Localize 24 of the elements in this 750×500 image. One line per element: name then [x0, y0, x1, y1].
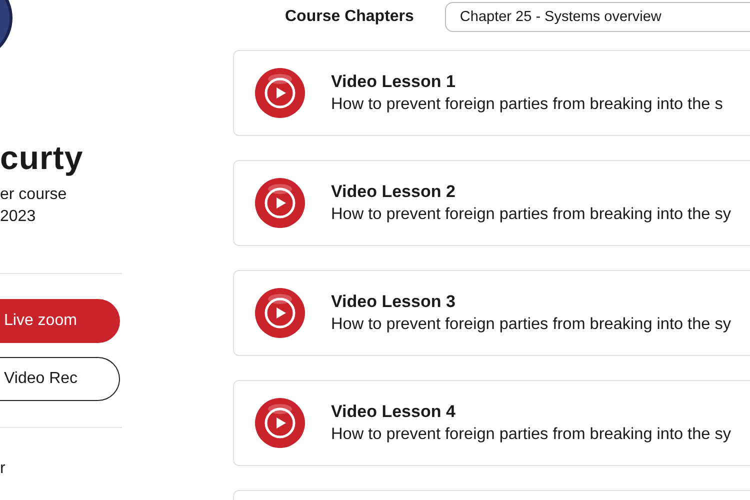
course-subtitle: er course — [0, 185, 67, 205]
course-subtitle: 2023 — [0, 207, 36, 227]
sidebar-text: r — [0, 460, 6, 478]
chapter-select[interactable]: Chapter 25 - Systems overview — [444, 2, 750, 32]
lesson-title: Video Lesson 4 — [331, 401, 456, 423]
lesson-title: Video Lesson 3 — [331, 291, 456, 313]
lesson-title: Video Lesson 1 — [331, 71, 456, 93]
lesson-description: How to prevent foreign parties from breaking into the sy — [331, 314, 731, 335]
lesson-description: How to prevent foreign parties from breaking into the s — [331, 94, 723, 115]
lesson-description: How to prevent foreign parties from breaking into the sy — [331, 424, 731, 445]
play-icon[interactable] — [255, 288, 305, 338]
lesson-card[interactable]: Video Lesson 4 How to prevent foreign parties from breaking into the sy — [233, 380, 750, 466]
lesson-card[interactable]: Video Lesson 3 How to prevent foreign parties from breaking into the sy — [233, 270, 750, 356]
lesson-description: How to prevent foreign parties from breaking into the sy — [331, 204, 731, 225]
lesson-card[interactable]: Video Lesson 1 How to prevent foreign parties from breaking into the s — [233, 50, 750, 136]
lesson-card[interactable]: Video Lesson 2 How to prevent foreign parties from breaking into the sy — [233, 160, 750, 246]
live-zoom-button[interactable]: Live zoom — [0, 299, 120, 343]
lesson-title: Video Lesson 2 — [331, 181, 456, 203]
play-icon[interactable] — [255, 178, 305, 228]
play-icon[interactable] — [255, 398, 305, 448]
course-title: curty — [0, 140, 84, 176]
play-icon[interactable] — [255, 68, 305, 118]
video-rec-button[interactable]: Video Rec — [0, 357, 120, 401]
chapters-label: Course Chapters — [285, 8, 414, 26]
